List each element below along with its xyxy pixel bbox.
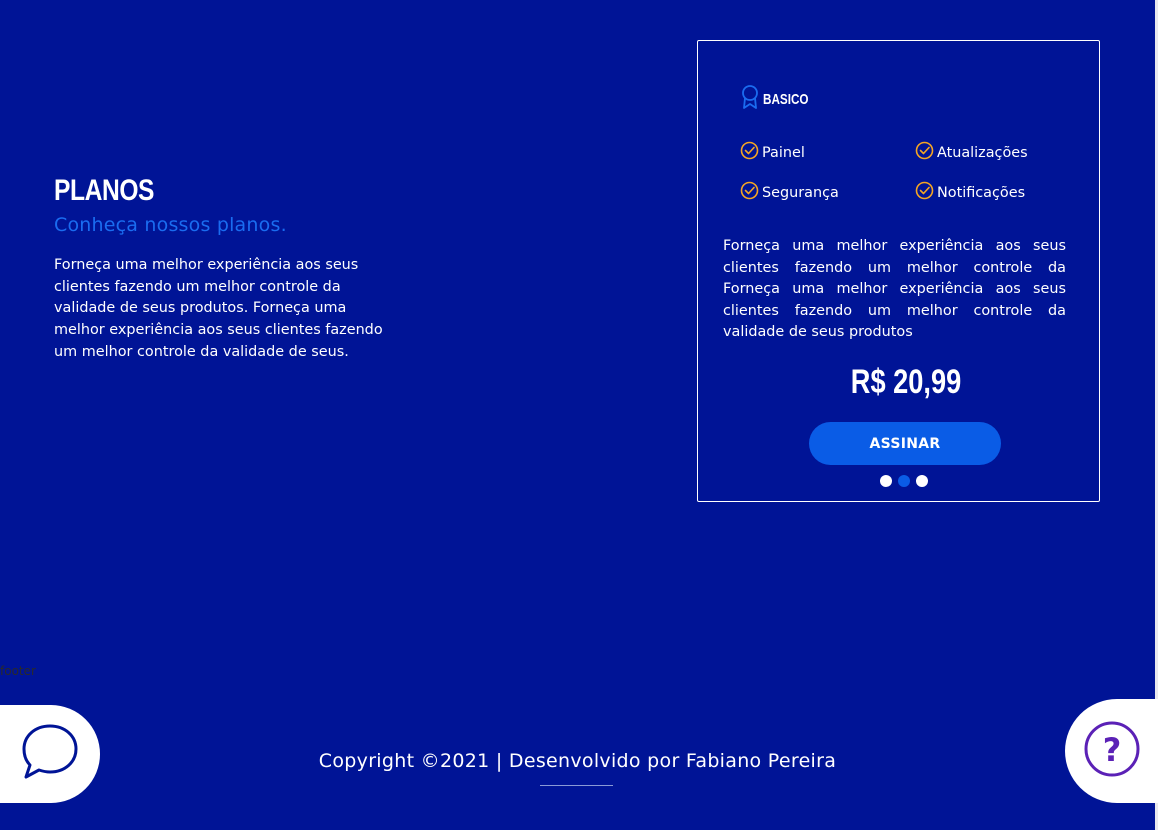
feature-label: Painel: [762, 144, 805, 161]
plans-description: Forneça uma melhor experiência aos seus …: [54, 257, 383, 360]
plan-description: Forneça uma melhor experiência aos seus …: [723, 238, 1066, 341]
carousel-dot[interactable]: [916, 475, 928, 487]
plan-price: R$ 20,99: [850, 363, 962, 401]
feature-item: Segurança: [740, 181, 839, 204]
check-circle-icon: [915, 141, 934, 164]
plan-header: BASICO: [741, 84, 821, 114]
feature-item: Notificações: [915, 181, 1025, 204]
plans-title: PLANOS: [54, 174, 155, 207]
check-circle-icon: [915, 181, 934, 204]
check-circle-icon: [740, 181, 759, 204]
subscribe-button[interactable]: ASSINAR: [809, 422, 1001, 465]
plan-name: BASICO: [763, 90, 809, 108]
carousel-dot-active[interactable]: [898, 475, 910, 487]
ribbon-icon: [741, 84, 759, 114]
feature-label: Atualizações: [937, 144, 1028, 161]
copyright-divider: [540, 785, 613, 786]
feature-item: Atualizações: [915, 141, 1028, 164]
check-circle-icon: [740, 141, 759, 164]
feature-label: Notificações: [937, 184, 1026, 201]
carousel-dots: [880, 475, 928, 487]
copyright-text: Copyright ©2021 | Desenvolvido por Fabia…: [318, 750, 837, 772]
carousel-dot[interactable]: [880, 475, 892, 487]
feature-item: Painel: [740, 141, 805, 164]
plans-subtitle: Conheça nossos planos.: [54, 214, 287, 236]
footer-label: footer: [0, 664, 36, 678]
plan-card: BASICO Painel Atualizações Segurança Not…: [697, 40, 1100, 502]
feature-label: Segurança: [762, 184, 839, 201]
